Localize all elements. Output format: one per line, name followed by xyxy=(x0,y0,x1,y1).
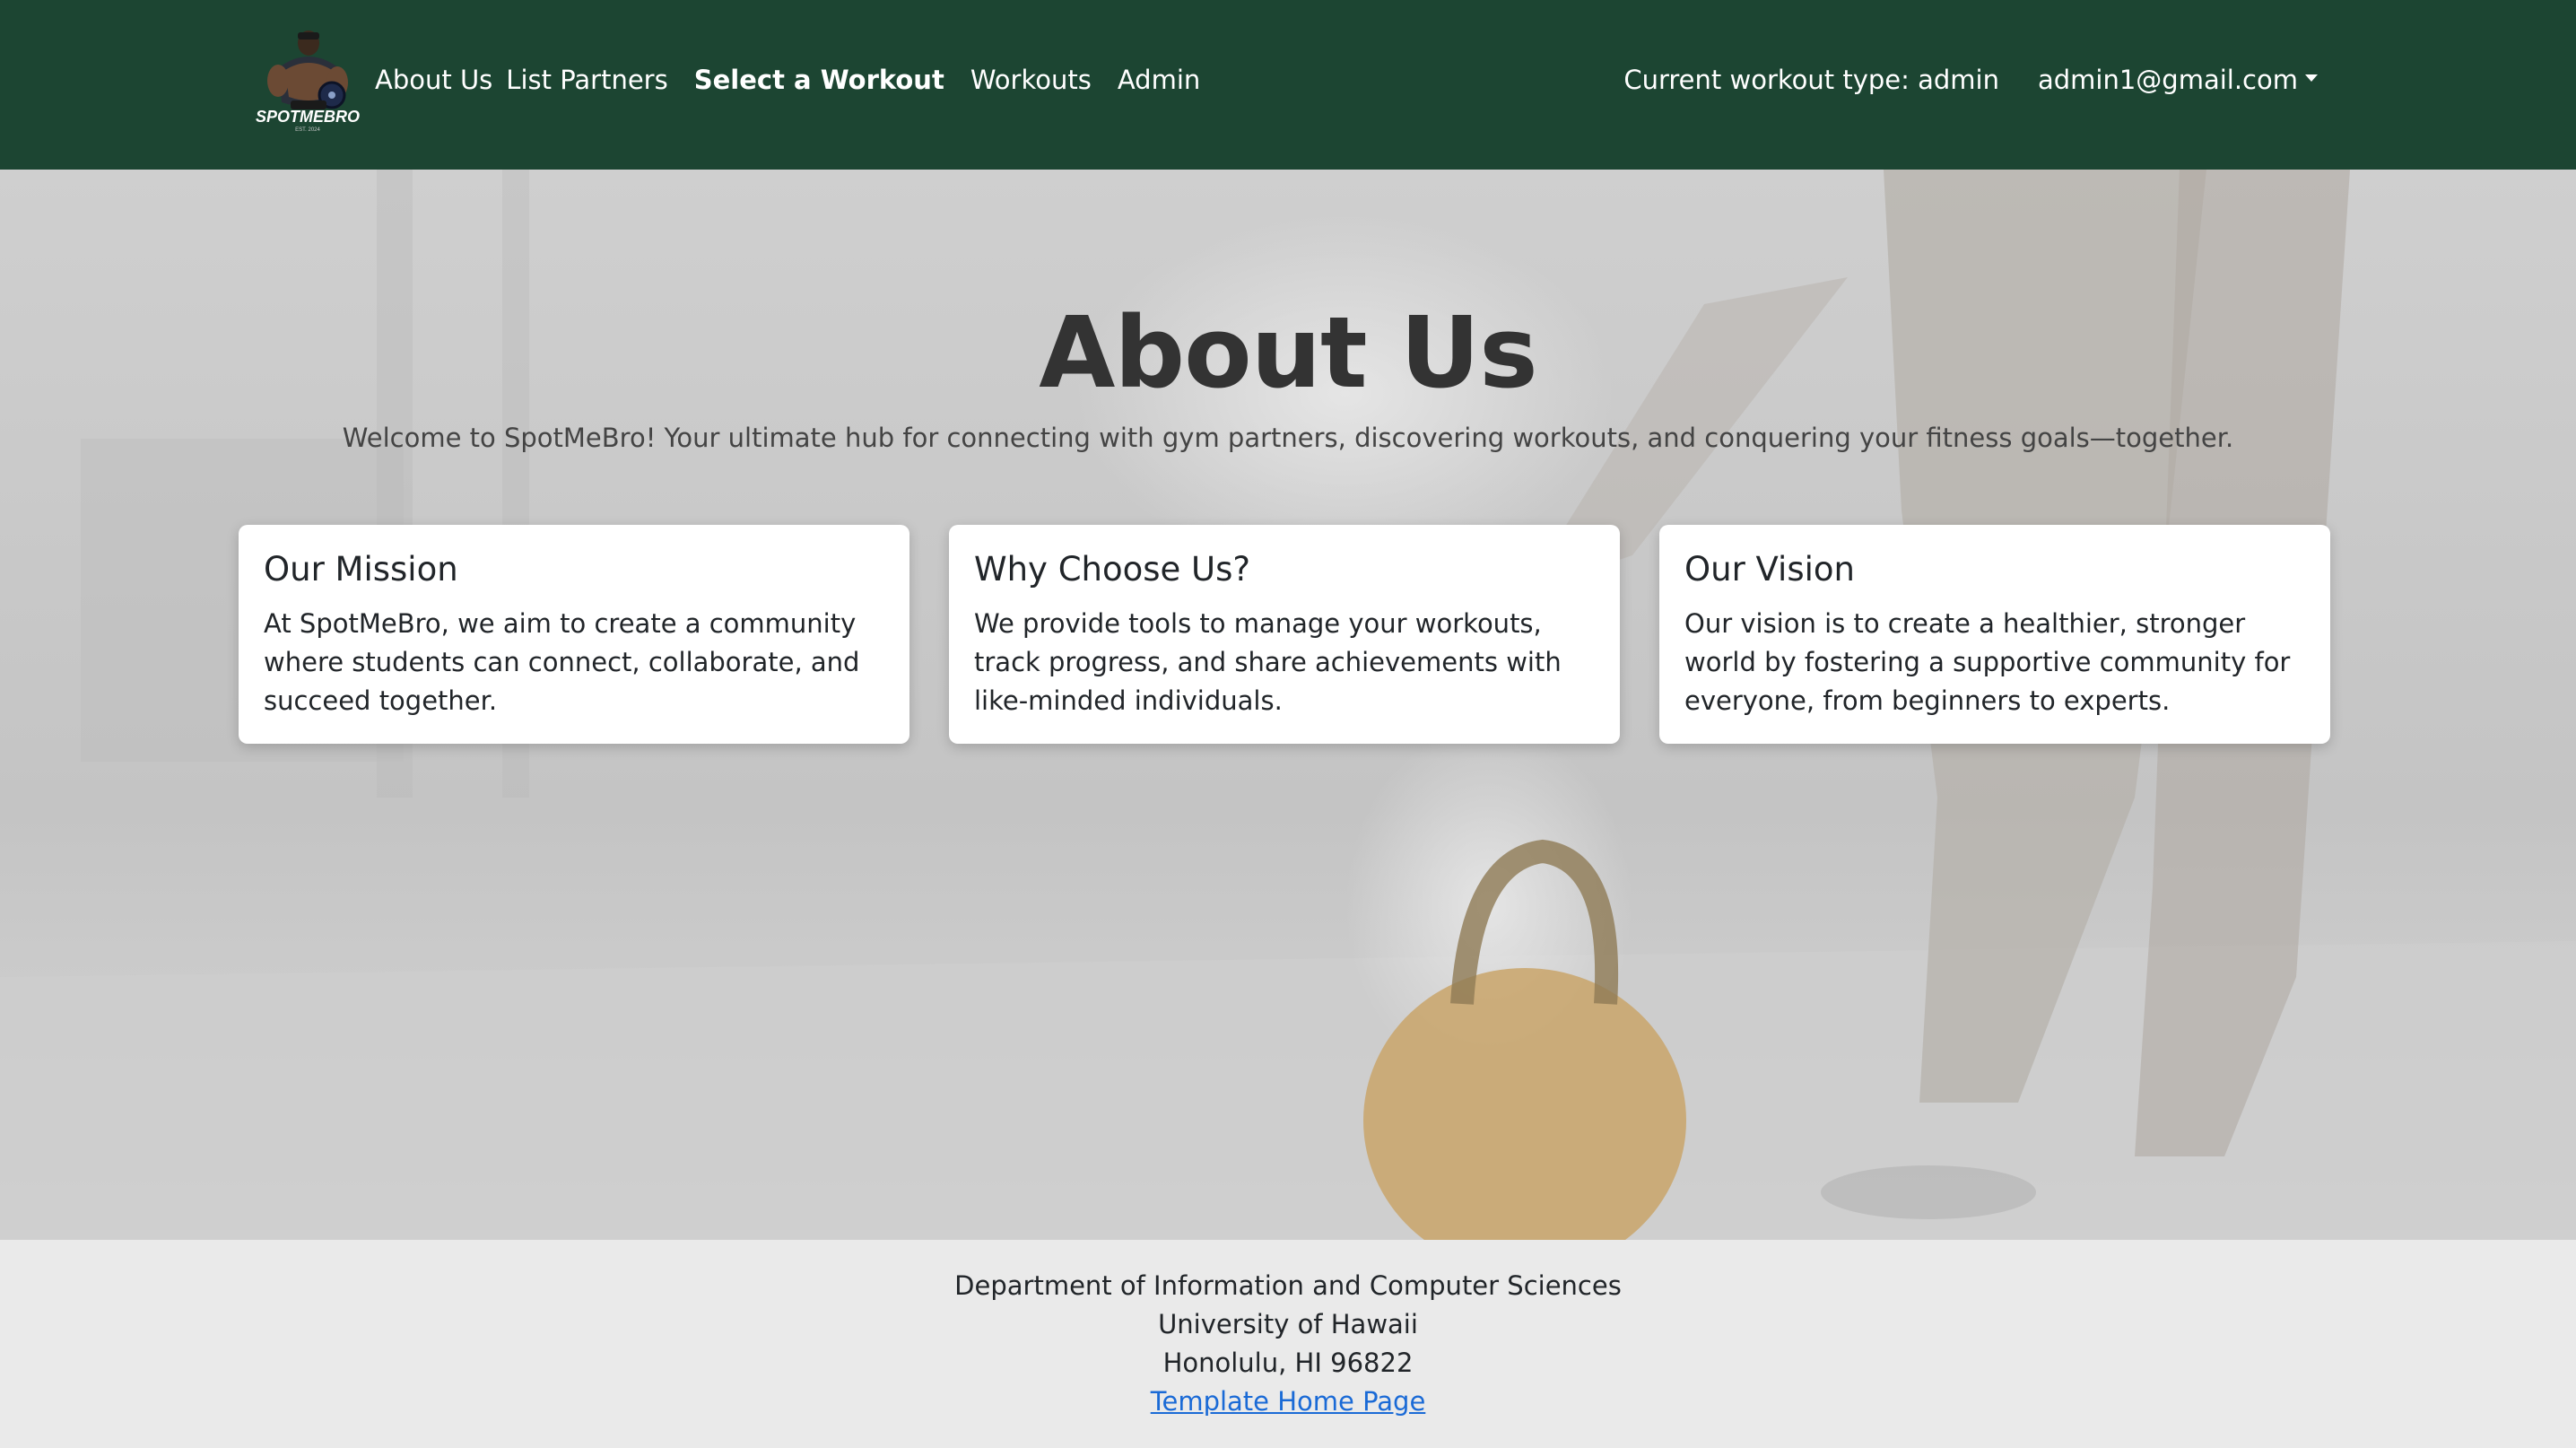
card-our-vision: Our Vision Our vision is to create a hea… xyxy=(1659,525,2330,744)
card-body: We provide tools to manage your workouts… xyxy=(974,608,1562,716)
nav-link-about-us[interactable]: About Us xyxy=(375,65,492,95)
nav-right: Current workout type: admin admin1@gmail… xyxy=(1623,0,2318,160)
nav-link-workouts[interactable]: Workouts xyxy=(970,65,1092,95)
template-home-page-link[interactable]: Template Home Page xyxy=(1151,1386,1426,1417)
nav-link-admin[interactable]: Admin xyxy=(1118,65,1200,95)
card-title: Our Vision xyxy=(1684,550,1855,589)
nav-link-list-partners[interactable]: List Partners xyxy=(506,65,667,95)
page-subtitle: Welcome to SpotMeBro! Your ultimate hub … xyxy=(342,423,2234,453)
page-footer: Department of Information and Computer S… xyxy=(0,1240,2576,1448)
nav-link-select-workout[interactable]: Select a Workout xyxy=(694,65,944,95)
svg-text:SPOTMEBRO: SPOTMEBRO xyxy=(256,108,360,126)
footer-address: Honolulu, HI 96822 xyxy=(1162,1348,1414,1378)
card-title: Why Choose Us? xyxy=(974,550,1251,589)
card-body: At SpotMeBro, we aim to create a communi… xyxy=(264,608,860,716)
card-our-mission: Our Mission At SpotMeBro, we aim to crea… xyxy=(239,525,909,744)
page-title: About Us xyxy=(1039,295,1537,410)
spotmebro-logo[interactable]: SPOTMEBRO EST. 2024 xyxy=(239,25,377,133)
about-hero: About Us Welcome to SpotMeBro! Your ulti… xyxy=(0,170,2576,1240)
current-workout-type: Current workout type: admin xyxy=(1623,65,1999,95)
top-navbar: SPOTMEBRO EST. 2024 About Us List Partne… xyxy=(0,0,2576,170)
svg-text:EST. 2024: EST. 2024 xyxy=(295,127,320,133)
footer-university: University of Hawaii xyxy=(1158,1309,1418,1339)
bodybuilder-logo-icon: SPOTMEBRO EST. 2024 xyxy=(256,31,360,133)
card-title: Our Mission xyxy=(264,550,458,589)
card-body: Our vision is to create a healthier, str… xyxy=(1684,608,2291,716)
card-why-choose-us: Why Choose Us? We provide tools to manag… xyxy=(949,525,1620,744)
nav-links: About Us List Partners Select a Workout … xyxy=(375,0,1226,160)
caret-down-icon xyxy=(2305,74,2318,82)
user-email: admin1@gmail.com xyxy=(2037,65,2298,95)
user-dropdown[interactable]: admin1@gmail.com xyxy=(2038,65,2318,95)
footer-department: Department of Information and Computer S… xyxy=(954,1270,1622,1301)
